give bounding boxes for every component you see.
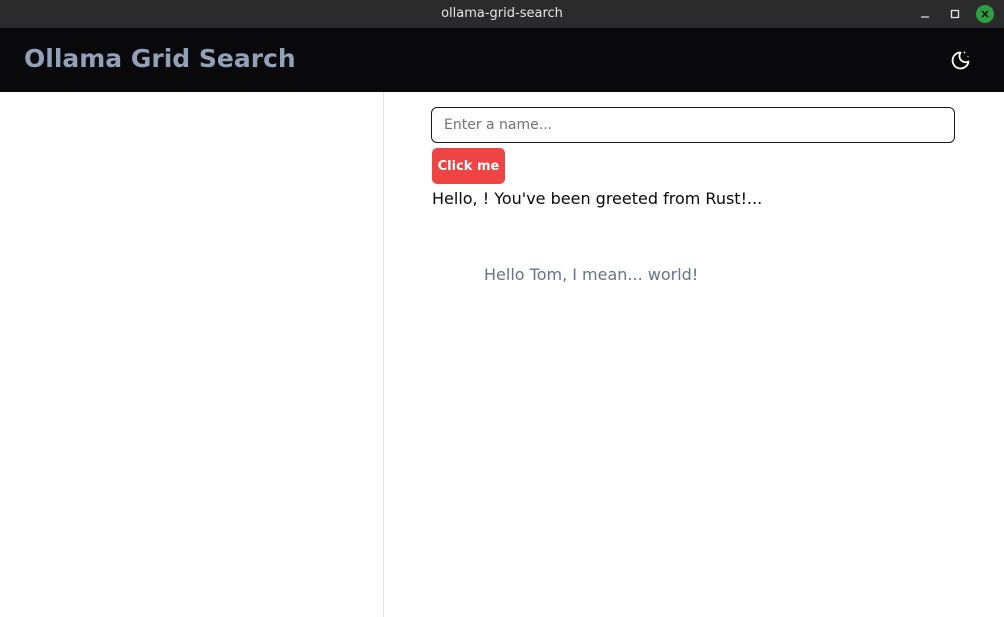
click-me-button[interactable]: Click me xyxy=(432,148,505,184)
minimize-button[interactable] xyxy=(916,5,934,23)
window-titlebar: ollama-grid-search xyxy=(0,0,1004,28)
app-title: Ollama Grid Search xyxy=(24,44,296,73)
maximize-button[interactable] xyxy=(946,5,964,23)
moon-stars-icon xyxy=(951,51,970,70)
close-button[interactable] xyxy=(976,5,994,23)
greet-message: Hello, ! You've been greeted from Rust!.… xyxy=(432,189,763,208)
window-title: ollama-grid-search xyxy=(441,6,563,21)
name-input[interactable] xyxy=(431,107,955,143)
minimize-icon xyxy=(921,16,929,18)
close-icon xyxy=(981,10,989,18)
maximize-icon xyxy=(950,9,960,19)
main-content: Click me Hello, ! You've been greeted fr… xyxy=(384,92,1004,617)
sidebar xyxy=(0,92,384,617)
theme-toggle-button[interactable] xyxy=(946,47,974,73)
hello-message: Hello Tom, I mean... world! xyxy=(484,265,699,284)
app-header: Ollama Grid Search xyxy=(0,28,1004,92)
